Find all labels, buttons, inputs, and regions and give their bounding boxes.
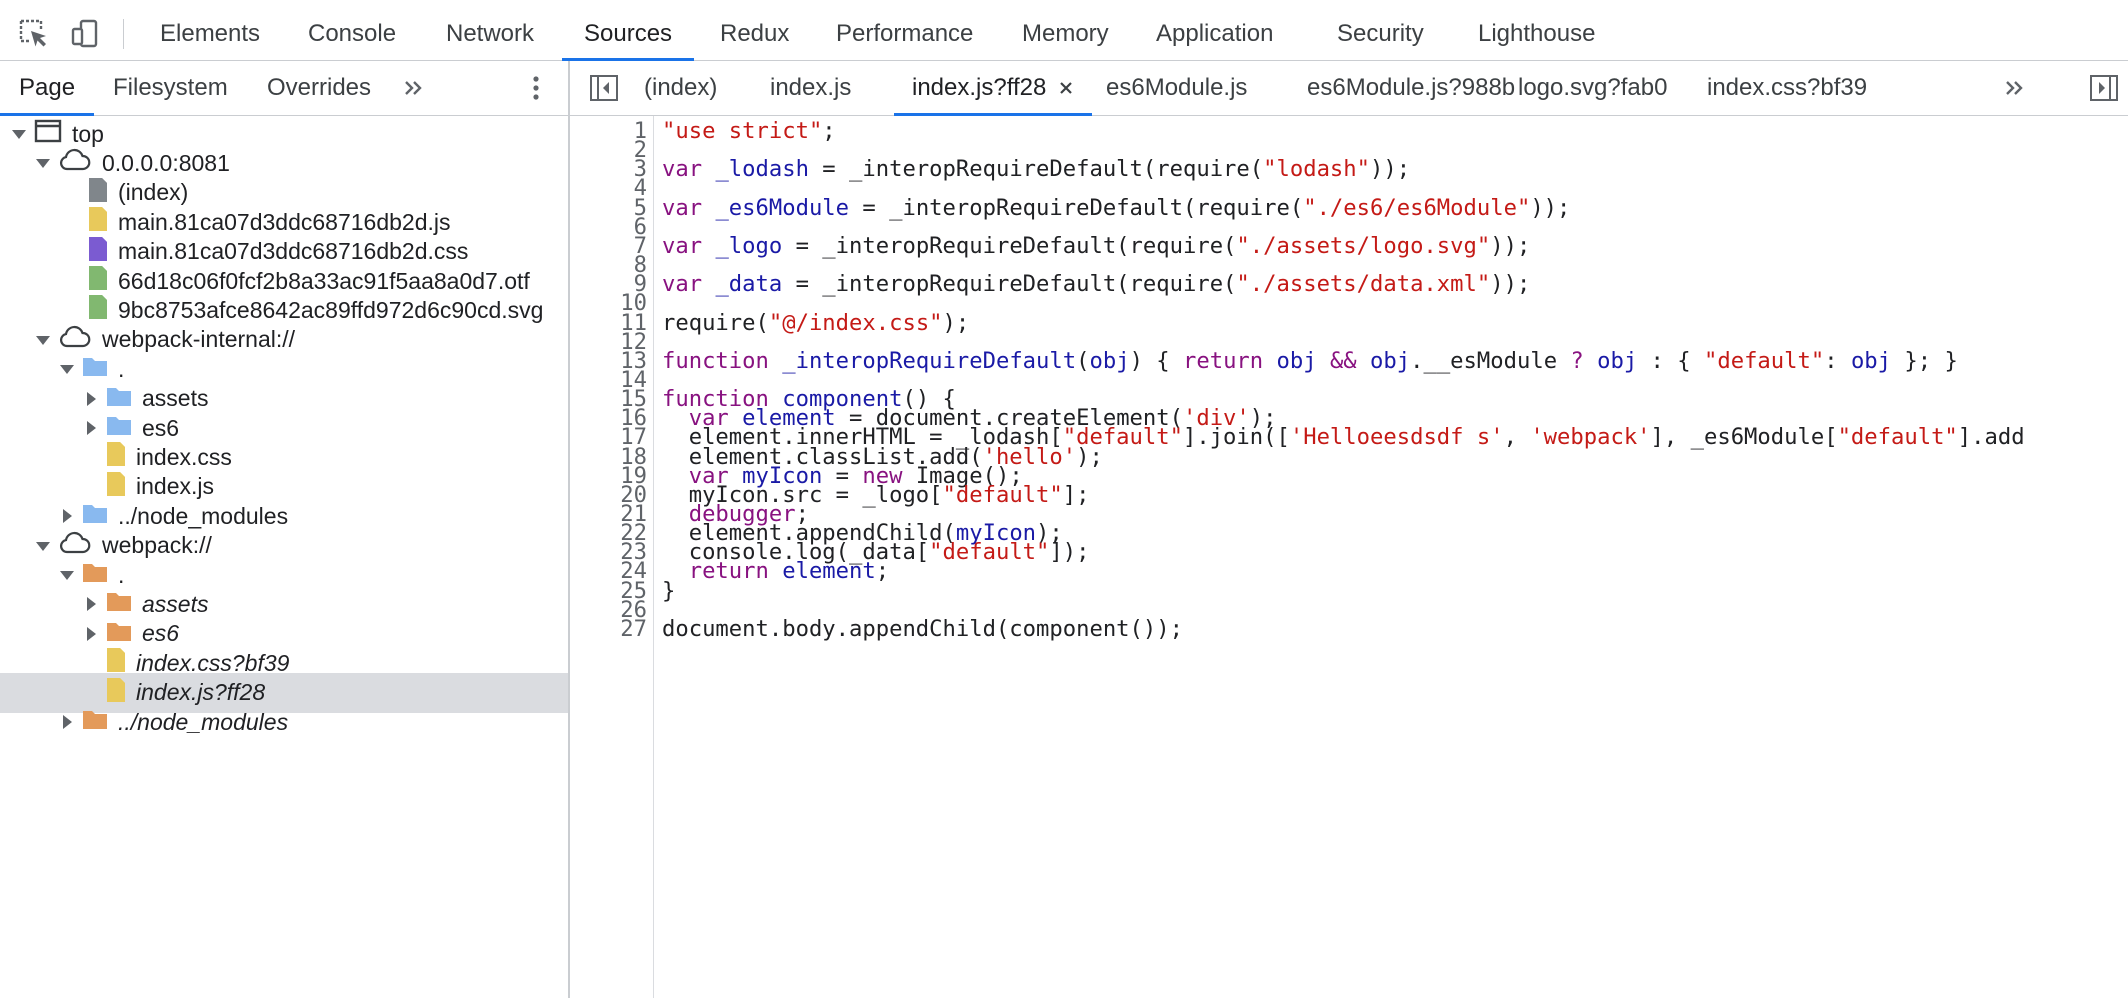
editor-tab-label: index.css?bf39 <box>1707 74 1868 101</box>
tab-lighthouse[interactable]: Lighthouse <box>1478 7 1595 60</box>
tab-console[interactable]: Console <box>308 7 396 60</box>
collapsed-arrow-icon[interactable] <box>82 390 100 408</box>
tab-memory[interactable]: Memory <box>1022 7 1109 60</box>
editor-tab-index[interactable]: (index) <box>644 61 717 115</box>
collapsed-arrow-icon[interactable] <box>82 419 100 437</box>
editor-tab-strip: (index) index.js index.js?ff28 es6Module.js… <box>570 61 2128 116</box>
editor-tab-es6module-js-988b[interactable]: es6Module.js?988b <box>1307 61 1515 115</box>
nav-tab-overrides[interactable]: Overrides <box>267 61 371 115</box>
code-line: var _lodash = _interopRequireDefault(req… <box>662 156 1411 183</box>
nav-tab-page[interactable]: Page <box>0 61 95 116</box>
collapsed-arrow-icon[interactable] <box>58 507 76 525</box>
editor-tab-label: index.js?ff28 <box>912 74 1047 101</box>
toggle-debugger-sidebar-icon[interactable] <box>2088 61 2120 115</box>
device-toolbar-icon[interactable] <box>69 18 101 50</box>
close-icon[interactable] <box>1058 62 1074 116</box>
editor-tab-label: es6Module.js?988b <box>1307 74 1516 101</box>
navigator-tabs: Page Filesystem Overrides <box>0 61 568 116</box>
tree-item-node-modules[interactable]: ../node_modules <box>0 702 568 742</box>
toolbar-divider <box>123 19 124 49</box>
code-editor[interactable]: "use strict"; var _lodash = _interopRequi… <box>654 116 2128 998</box>
code-line: var _logo = _interopRequireDefault(requi… <box>662 232 1531 259</box>
editor-tab-index-js-ff28[interactable]: index.js?ff28 <box>893 61 1093 116</box>
tab-performance[interactable]: Performance <box>836 7 973 60</box>
code-line: var _data = _interopRequireDefault(requi… <box>662 271 1531 298</box>
code-line: function _interopRequireDefault(obj) { r… <box>662 347 1958 374</box>
expanded-arrow-icon[interactable] <box>58 360 76 378</box>
editor-tab-index-js[interactable]: index.js <box>770 61 851 115</box>
expanded-arrow-icon[interactable] <box>34 154 52 172</box>
tab-security[interactable]: Security <box>1337 7 1424 60</box>
tab-sources[interactable]: Sources <box>561 7 695 61</box>
code-line: document.body.appendChild(component()); <box>662 615 1183 642</box>
nav-tab-filesystem[interactable]: Filesystem <box>113 61 228 115</box>
editor-tab-label: index.js <box>770 74 852 101</box>
collapsed-arrow-icon[interactable] <box>58 713 76 731</box>
code-line: } <box>662 577 676 604</box>
editor-tab-index-css-bf39[interactable]: index.css?bf39 <box>1707 61 1867 115</box>
expanded-arrow-icon[interactable] <box>58 566 76 584</box>
editor-tab-label: logo.svg?fab0 <box>1518 74 1668 101</box>
tree-item-label: ../node_modules <box>118 708 289 735</box>
editor-tab-label: (index) <box>644 74 718 101</box>
tab-redux[interactable]: Redux <box>720 7 789 60</box>
collapsed-arrow-icon[interactable] <box>82 595 100 613</box>
code-line: return element; <box>688 558 890 585</box>
line-number[interactable]: 27 <box>587 616 647 642</box>
more-tabs-icon[interactable] <box>403 61 423 115</box>
expanded-arrow-icon[interactable] <box>10 125 28 143</box>
more-options-icon[interactable] <box>528 61 544 115</box>
more-editor-tabs-icon[interactable] <box>2004 61 2024 115</box>
code-line: "use strict"; <box>662 118 836 144</box>
folder-icon <box>82 707 108 737</box>
tab-elements[interactable]: Elements <box>160 7 260 60</box>
devtools-panel-bar: Elements Console Network Sources Redux Perfor… <box>0 7 2128 61</box>
editor-tab-logo-svg-fab0[interactable]: logo.svg?fab0 <box>1518 61 1667 115</box>
editor-tab-es6module-js[interactable]: es6Module.js <box>1106 61 1247 115</box>
toggle-navigator-icon[interactable] <box>588 61 620 115</box>
editor-tab-label: es6Module.js <box>1106 74 1248 101</box>
inspect-element-icon[interactable] <box>18 18 50 50</box>
expanded-arrow-icon[interactable] <box>34 537 52 555</box>
collapsed-arrow-icon[interactable] <box>82 625 100 643</box>
code-line: var _es6Module = _interopRequireDefault(… <box>662 194 1571 221</box>
expanded-arrow-icon[interactable] <box>34 331 52 349</box>
tab-application[interactable]: Application <box>1156 7 1273 60</box>
line-number-gutter[interactable]: 1 2 3 4 5 6 7 8 9 10 11 12 13 14 15 16 17 18 19 20 21 22 23 24 2… <box>570 116 654 998</box>
tab-network[interactable]: Network <box>446 7 534 60</box>
file-tree: top 0.0.0.0:8081 (index) main.81ca07d3ddc68… <box>0 116 568 998</box>
code-line: require("@/index.css"); <box>662 309 970 336</box>
